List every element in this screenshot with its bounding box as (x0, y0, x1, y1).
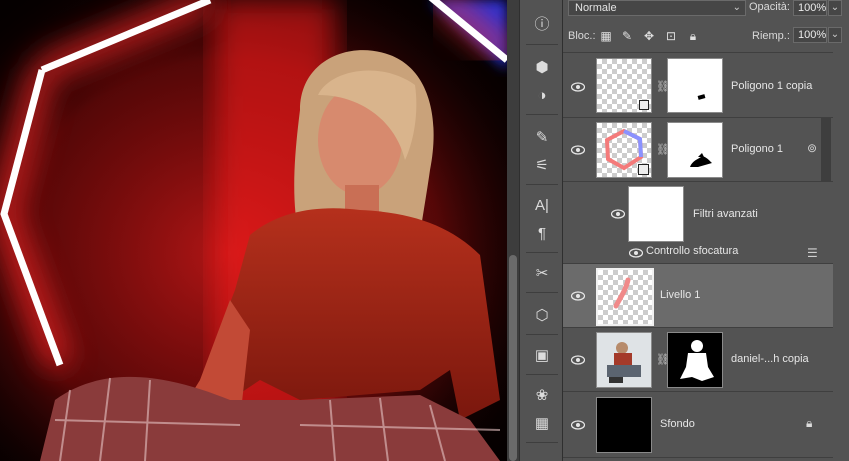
opacity-field[interactable]: 100% (793, 0, 827, 16)
chevron-down-icon: ⌄ (732, 2, 741, 13)
opacity-dropdown-button[interactable]: ⌄ (828, 0, 842, 16)
smart-filters-icon[interactable]: ⊚ (807, 141, 817, 155)
lock-icon[interactable]: 🔒︎ (806, 416, 812, 431)
smart-filters-row[interactable]: Filtri avanzati Controllo sfocatura ☰ (563, 182, 833, 264)
divider (526, 292, 558, 293)
shape-layer-icon (639, 100, 649, 110)
blend-mode-select[interactable]: Normale ⌄ (568, 0, 746, 16)
layers-scrollbar[interactable] (821, 118, 831, 182)
document-canvas[interactable] (0, 0, 507, 461)
layer-name[interactable]: Livello 1 (660, 289, 700, 301)
mask-thumbnail[interactable] (667, 332, 723, 388)
visibility-eye-icon[interactable] (571, 145, 585, 155)
navigator-icon[interactable]: ▣ (528, 342, 556, 368)
divider (526, 252, 558, 253)
mask-silhouette (680, 340, 714, 381)
lock-label: Bloc.: (568, 30, 596, 42)
canvas-artwork (0, 0, 507, 461)
divider (526, 374, 558, 375)
canvas-scrollbar-thumb[interactable] (509, 255, 517, 461)
divider (526, 184, 558, 185)
visibility-eye-icon[interactable] (571, 82, 585, 92)
layers-panel: Normale ⌄ Opacità: 100% ⌄ Bloc.: ▦ ✎ ✥ ⊡… (563, 0, 849, 461)
photo-preview (597, 333, 651, 387)
panel-icons-strip: ⓘ ⬢ ◑ ✎ ⚟ A| ¶ ✂ ⬡ ▣ ❀ ▦ (519, 0, 563, 461)
visibility-eye-icon[interactable] (571, 291, 585, 301)
layer-name[interactable]: Poligono 1 copia (731, 80, 812, 92)
blend-row: Normale ⌄ Opacità: 100% ⌄ (563, 0, 849, 20)
mask-silhouette (690, 153, 712, 167)
3d-cube-icon[interactable]: ⬢ (528, 54, 556, 80)
filter-blending-options-icon[interactable]: ☰ (807, 246, 818, 260)
layer-name[interactable]: daniel-...h copia (731, 353, 809, 365)
brush-settings-icon[interactable]: ⚟ (528, 152, 556, 178)
layer-thumbnail[interactable] (596, 332, 652, 388)
lock-transparent-pixels-icon[interactable]: ▦ (599, 29, 613, 43)
layer-row-poligono-1[interactable]: ⛓ Poligono 1 ⊚ ⌃ (563, 118, 833, 182)
divider (526, 44, 558, 45)
brush-presets-icon[interactable]: ✎ (528, 124, 556, 150)
divider (526, 334, 558, 335)
layer-row-daniel-copia[interactable]: ⛓ daniel-...h copia (563, 328, 833, 392)
divider (526, 114, 558, 115)
layer-row-livello-1[interactable]: Livello 1 (563, 264, 833, 328)
visibility-eye-icon[interactable] (611, 209, 625, 219)
smart-object-icon (638, 164, 649, 175)
tool-presets-icon[interactable]: ✂ (528, 260, 556, 286)
layer-thumbnail[interactable] (596, 397, 652, 453)
mask-shape (697, 94, 706, 100)
lock-position-icon[interactable]: ✥ (642, 29, 656, 43)
lock-artboard-icon[interactable]: ⊡ (664, 29, 678, 43)
fill-label: Riemp.: (752, 30, 790, 42)
smart-filters-name[interactable]: Filtri avanzati (693, 208, 758, 220)
grid-icon[interactable]: ▦ (528, 410, 556, 436)
layer-name[interactable]: Poligono 1 (731, 143, 783, 155)
layer-name[interactable]: Sfondo (660, 418, 695, 430)
vector-mask-thumbnail[interactable] (667, 58, 723, 113)
blend-mode-value: Normale (575, 2, 617, 14)
visibility-eye-icon[interactable] (629, 248, 643, 258)
info-icon[interactable]: ⓘ (528, 10, 556, 36)
adjustments-icon[interactable]: ◑ (528, 82, 556, 108)
filter-name[interactable]: Controllo sfocatura (646, 245, 738, 257)
layer-thumbnail[interactable] (596, 268, 654, 326)
smart-filter-mask-thumbnail[interactable] (628, 186, 684, 242)
divider (526, 442, 558, 443)
opacity-label: Opacità: (749, 1, 790, 13)
visibility-eye-icon[interactable] (571, 355, 585, 365)
paint-stroke-preview (613, 277, 631, 309)
fill-field[interactable]: 100% (793, 27, 827, 43)
swatches-icon[interactable]: ❀ (528, 382, 556, 408)
layer-thumbnail[interactable] (596, 122, 652, 178)
character-icon[interactable]: A| (528, 192, 556, 218)
paragraph-icon[interactable]: ¶ (528, 220, 556, 246)
layer-row-poligono-1-copia[interactable]: ⛓ Poligono 1 copia (563, 52, 833, 118)
layer-row-sfondo[interactable]: Sfondo 🔒︎ (563, 392, 833, 458)
layer-thumbnail[interactable] (596, 58, 652, 113)
lock-all-icon[interactable]: 🔒︎ (686, 29, 700, 43)
lock-image-pixels-icon[interactable]: ✎ (620, 29, 634, 43)
3d-object-icon[interactable]: ⬡ (528, 302, 556, 328)
mask-thumbnail[interactable] (667, 122, 723, 178)
visibility-eye-icon[interactable] (571, 420, 585, 430)
fill-dropdown-button[interactable]: ⌄ (828, 27, 842, 43)
